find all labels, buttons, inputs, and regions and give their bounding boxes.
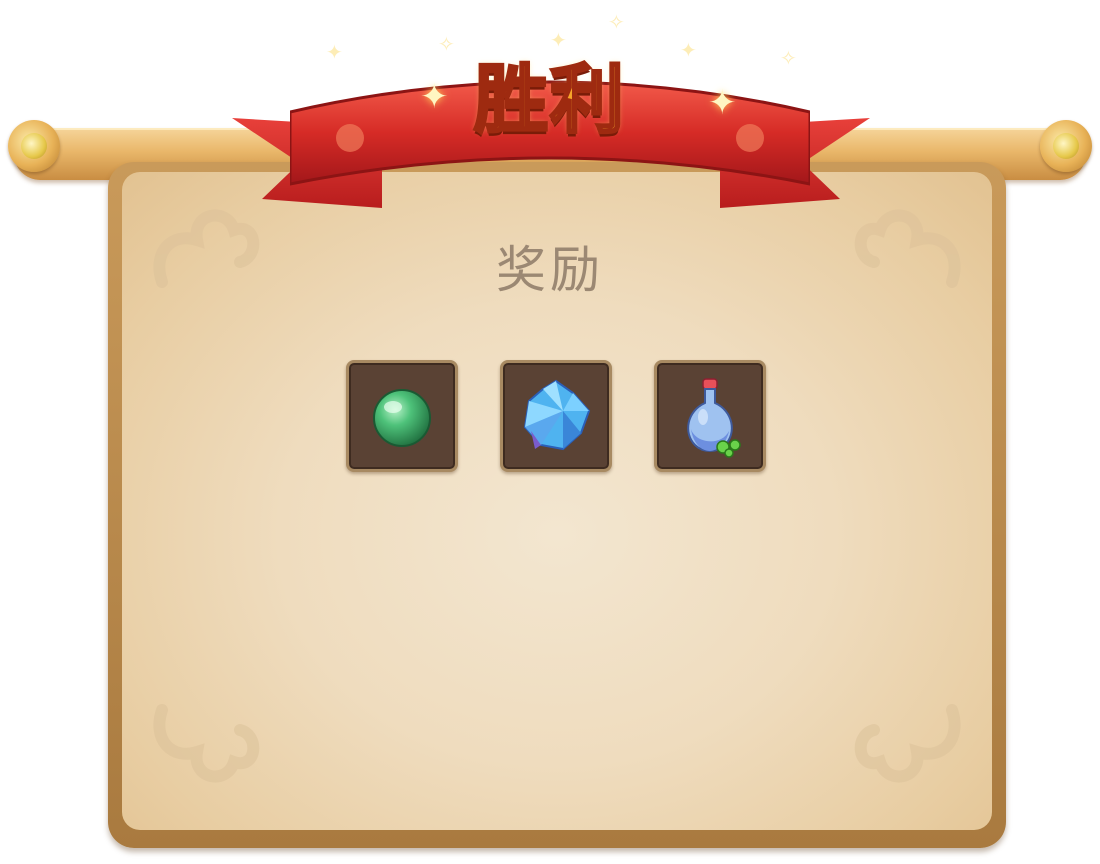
star-decoration: ✧ — [780, 46, 797, 70]
reward-slot[interactable] — [346, 360, 458, 472]
potion-bottle-icon — [687, 378, 741, 458]
reward-slot[interactable] — [654, 360, 766, 472]
green-orb-icon — [373, 389, 431, 447]
star-decoration: ✧ — [608, 10, 625, 34]
reward-list — [346, 360, 770, 476]
rod-knob-left — [8, 120, 60, 172]
blue-crystal-icon — [523, 379, 591, 451]
star-decoration: ✦ — [326, 40, 343, 64]
cloud-corner-bottom-right — [852, 690, 972, 810]
rod-knob-right — [1040, 120, 1092, 172]
victory-screen: ✦ ✧ ✦ ✧ ✦ ✧ ✦ ✦ 胜利 奖励 — [0, 0, 1100, 864]
victory-title: 胜利 — [473, 56, 626, 145]
reward-slot[interactable] — [500, 360, 612, 472]
reward-heading: 奖励 — [496, 241, 604, 299]
cloud-corner-bottom-left — [142, 690, 262, 810]
